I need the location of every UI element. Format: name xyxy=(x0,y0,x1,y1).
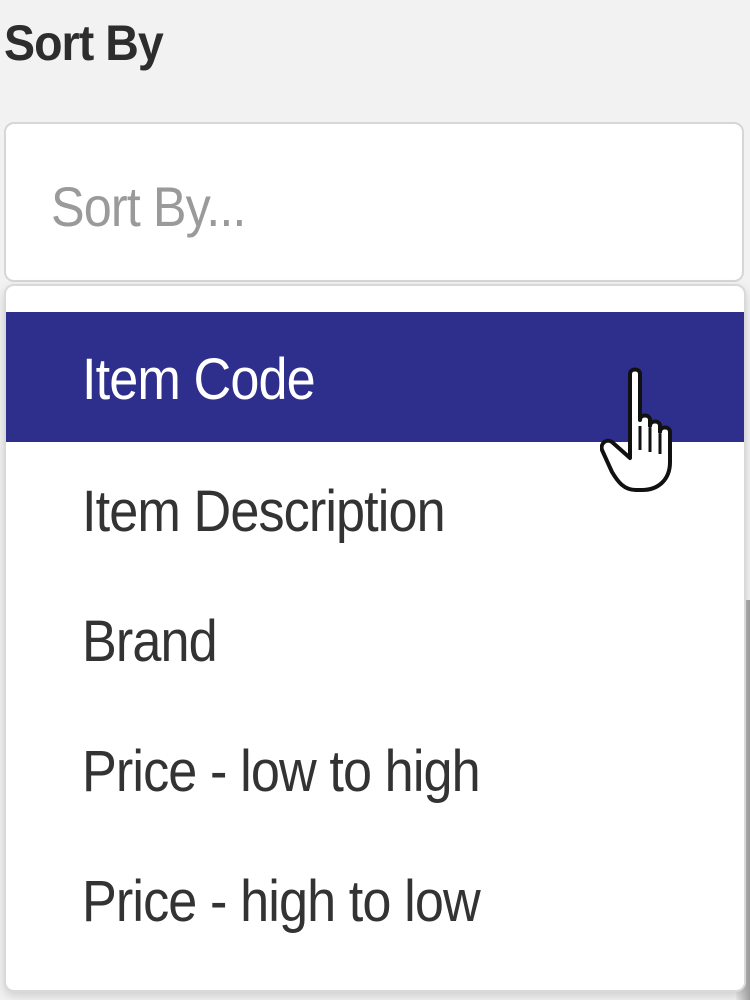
sort-by-label: Sort By xyxy=(4,15,164,71)
option-label: Brand xyxy=(82,609,218,674)
option-price-low-to-high[interactable]: Price - low to high xyxy=(6,704,744,834)
hand-pointer-icon xyxy=(600,367,672,492)
option-label: Item Description xyxy=(82,479,446,544)
sort-by-panel: Sort By Sort By... Item Code Item Descri… xyxy=(0,0,750,1000)
option-label: Price - high to low xyxy=(82,869,481,934)
option-price-high-to-low[interactable]: Price - high to low xyxy=(6,834,744,964)
sort-by-placeholder: Sort By... xyxy=(51,175,246,238)
sort-by-select[interactable]: Sort By... xyxy=(4,122,744,282)
option-label: Item Code xyxy=(82,347,316,412)
option-label: Price - low to high xyxy=(82,739,481,804)
option-brand[interactable]: Brand xyxy=(6,574,744,704)
